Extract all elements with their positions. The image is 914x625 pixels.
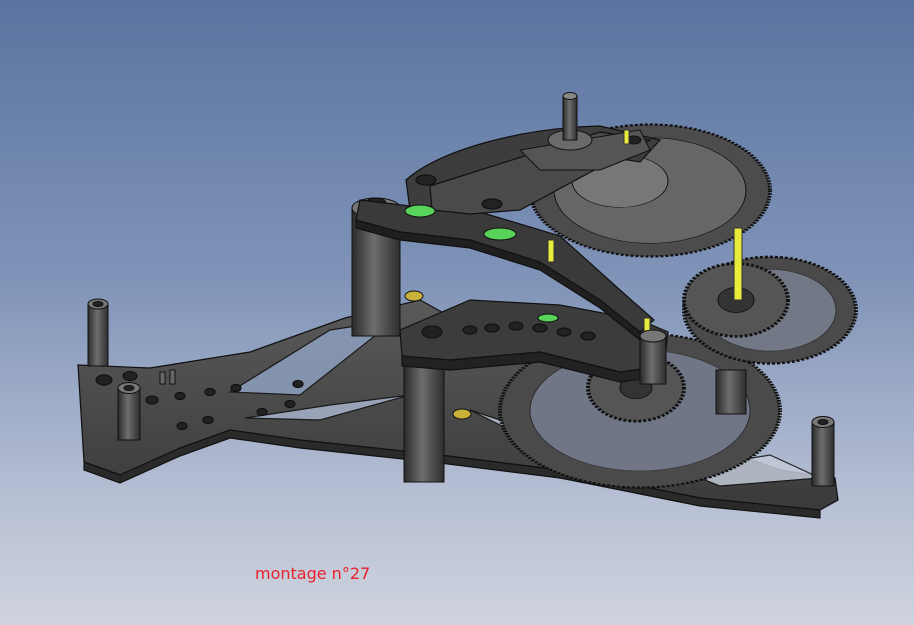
montage-caption: montage n°27 [255, 564, 371, 583]
right-post [811, 416, 835, 487]
cad-viewport[interactable] [0, 0, 914, 625]
